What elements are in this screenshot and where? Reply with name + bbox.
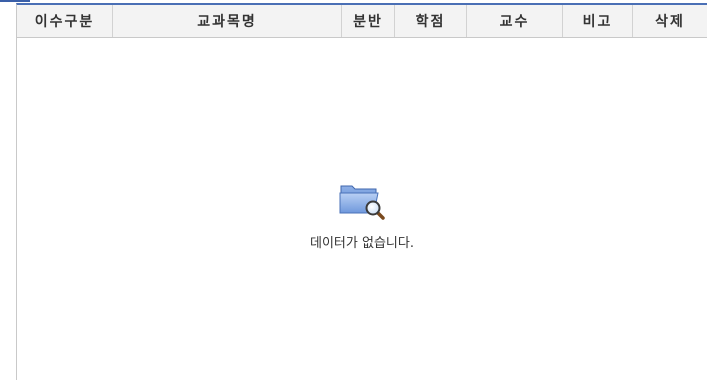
- column-header-delete[interactable]: 삭제: [633, 5, 707, 37]
- column-header-course-name[interactable]: 교과목명: [113, 5, 342, 37]
- folder-search-icon: [339, 185, 385, 220]
- column-header-section[interactable]: 분반: [342, 5, 395, 37]
- table-header: 이수구분 교과목명 분반 학점 교수 비고 삭제: [16, 3, 707, 38]
- column-header-professor[interactable]: 교수: [467, 5, 563, 37]
- table-body: 데이터가 없습니다.: [16, 38, 707, 380]
- empty-message: 데이터가 없습니다.: [310, 236, 414, 251]
- course-registration-grid: 이수구분 교과목명 분반 학점 교수 비고 삭제 데이터가 없습니다.: [0, 0, 707, 380]
- top-accent-line: [0, 0, 30, 2]
- column-header-course-type[interactable]: 이수구분: [17, 5, 113, 37]
- column-header-credits[interactable]: 학점: [395, 5, 467, 37]
- empty-state: 데이터가 없습니다.: [17, 178, 707, 251]
- column-header-remarks[interactable]: 비고: [563, 5, 633, 37]
